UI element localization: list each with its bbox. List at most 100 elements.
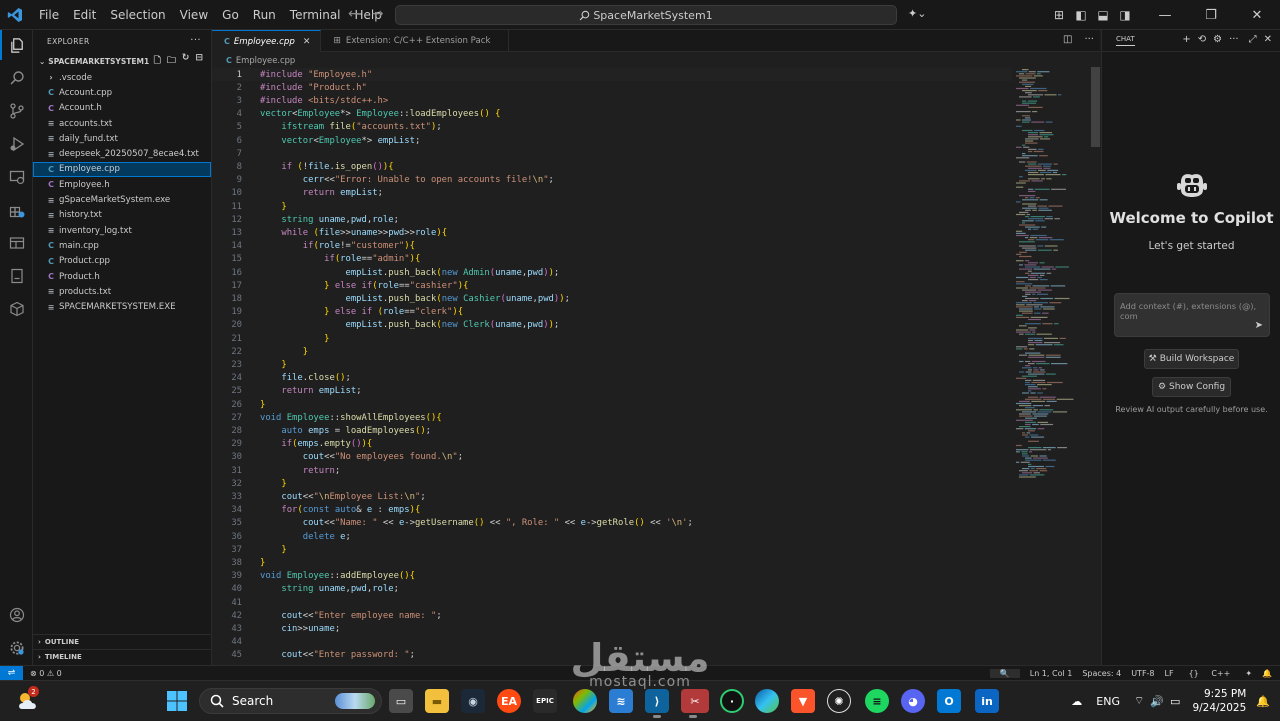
tab-extension-cpp-pack[interactable]: ⊞ Extension: C/C++ Extension Pack (321, 30, 510, 52)
linkedin-icon[interactable]: in (975, 689, 999, 713)
code-line[interactable]: 9 cerr<<"Error: Unable to open accounts … (212, 174, 1012, 187)
code-line[interactable]: 29 if(emps.empty()){ (212, 438, 1012, 451)
toggle-primary-sidebar-icon[interactable]: ◧ (1070, 8, 1092, 22)
code-line[interactable]: 11 } (212, 200, 1012, 213)
code-line[interactable]: 33 cout<<"\nEmployee List:\n"; (212, 490, 1012, 503)
file-item[interactable]: C Employee.h (33, 177, 211, 192)
volume-icon[interactable]: 🔊 (1150, 695, 1164, 708)
code-line[interactable]: 19 } else if (role=="clerk"){ (212, 306, 1012, 319)
menu-edit[interactable]: Edit (66, 8, 103, 22)
customize-layout-icon[interactable]: ⊞ (1048, 8, 1070, 22)
collapse-all-icon[interactable]: ⊟ (195, 53, 203, 69)
split-editor-icon[interactable]: ◫ (1063, 34, 1072, 45)
chat-input[interactable]: Add context (#), extensions (@), com ➤ (1114, 293, 1270, 337)
menu-terminal[interactable]: Terminal (283, 8, 348, 22)
back-arrow-icon[interactable]: ← (348, 6, 360, 22)
timeline-section[interactable]: › TIMELINE (33, 649, 212, 664)
photos-icon[interactable] (573, 689, 597, 713)
ea-app-icon[interactable]: EA (497, 689, 521, 713)
zoom-icon[interactable]: 🔍 (989, 669, 1020, 678)
code-line[interactable]: 36 delete e; (212, 530, 1012, 543)
run-debug-icon[interactable] (0, 129, 33, 159)
file-item[interactable]: ≡ gSpaceMarketSystem.exe (33, 192, 211, 207)
code-line[interactable]: 39 void Employee::addEmployee(){ (212, 570, 1012, 583)
notebook-icon[interactable] (0, 261, 33, 291)
file-item[interactable]: C Employee.cpp (33, 161, 211, 178)
code-line[interactable]: 28 auto emps = loadEmployees(); (212, 424, 1012, 437)
end-of-line[interactable]: LF (1160, 669, 1179, 678)
encoding[interactable]: UTF-8 (1126, 669, 1159, 678)
file-item[interactable]: ≡ deepseek_20250507_8ecae4.txt (33, 146, 211, 161)
testing-icon[interactable] (0, 228, 33, 258)
code-editor[interactable]: 1 #include "Employee.h" 2 #include "Product… (212, 67, 1012, 665)
notification-bell-icon[interactable]: 🔔 (1256, 695, 1270, 708)
task-view-icon[interactable]: ▭ (389, 689, 413, 713)
menu-selection[interactable]: Selection (103, 8, 172, 22)
code-line[interactable]: 12 string uname,pwd,role; (212, 213, 1012, 226)
menu-run[interactable]: Run (246, 8, 283, 22)
file-item[interactable]: ≡ history.txt (33, 208, 211, 223)
taskbar-search[interactable]: Search (199, 688, 382, 714)
outlook-icon[interactable]: O (937, 689, 961, 713)
file-explorer-icon[interactable]: ▬ (425, 689, 449, 713)
brave-icon[interactable]: ▼ (791, 689, 815, 713)
epic-games-icon[interactable]: EPIC (533, 689, 557, 713)
new-folder-icon[interactable]: 🗀 (167, 53, 176, 69)
explorer-icon[interactable] (0, 30, 33, 60)
file-item[interactable]: C Product.cpp (33, 254, 211, 269)
code-line[interactable]: 5 ifstream file("accounts.txt"); (212, 121, 1012, 134)
code-line[interactable]: 34 for(const auto& e : emps){ (212, 504, 1012, 517)
code-line[interactable]: 3 #include <bits/stdc++.h> (212, 94, 1012, 107)
input-language[interactable]: ENG (1096, 695, 1120, 708)
spotify-icon[interactable]: ≡ (865, 689, 889, 713)
code-line[interactable]: 27 void Employee::showAllEmployees(){ (212, 411, 1012, 424)
indentation[interactable]: Spaces: 4 (1077, 669, 1126, 678)
code-line[interactable]: 35 cout<<"Name: " << e->getUsername() <<… (212, 517, 1012, 530)
minimize-window-icon[interactable]: — (1142, 8, 1188, 23)
toggle-panel-icon[interactable]: ⬓ (1092, 8, 1114, 22)
code-line[interactable]: 15 if(role=="admin"){ (212, 253, 1012, 266)
snipping-tool-icon[interactable]: ✂ (681, 689, 709, 718)
forward-arrow-icon[interactable]: → (372, 6, 384, 22)
command-center-search[interactable]: SpaceMarketSystem1 (395, 5, 897, 25)
code-line[interactable]: 1 #include "Employee.h" (212, 68, 1012, 82)
windows-start-icon[interactable] (166, 690, 188, 712)
code-line[interactable]: 30 cout<<"No employees found.\n"; (212, 451, 1012, 464)
menu-file[interactable]: File (32, 8, 66, 22)
code-line[interactable]: 2 #include "Product.h" (212, 81, 1012, 94)
code-line[interactable]: 32 } (212, 477, 1012, 490)
breadcrumb[interactable]: C Employee.cpp (212, 53, 1100, 67)
battery-icon[interactable]: ▭ (1170, 695, 1180, 708)
code-line[interactable]: 22 } (212, 345, 1012, 358)
copilot-status-icon[interactable]: ✦ (1240, 669, 1257, 678)
file-item[interactable]: ≡ inventory_log.txt (33, 223, 211, 238)
new-file-icon[interactable]: 🗋 (154, 53, 161, 69)
file-item[interactable]: ≡ daily_fund.txt (33, 131, 211, 146)
menu-go[interactable]: Go (215, 8, 246, 22)
code-line[interactable]: 6 vector<Employee*> empList; (212, 134, 1012, 147)
code-line[interactable]: 7 (212, 147, 1012, 160)
refresh-icon[interactable]: ↻ (182, 53, 190, 69)
code-line[interactable]: 23 } (212, 358, 1012, 371)
code-line[interactable]: 31 return; (212, 464, 1012, 477)
tab-employee-cpp[interactable]: C Employee.cpp ✕ (212, 30, 322, 52)
build-workspace-button[interactable]: ⚒ Build Workspace (1144, 349, 1239, 369)
code-line[interactable]: 45 cout<<"Enter password: "; (212, 649, 1012, 662)
code-line[interactable]: 13 while (file>>uname>>pwd>>role){ (212, 226, 1012, 239)
remote-indicator-icon[interactable]: ⇌ (0, 665, 23, 681)
close-icon[interactable]: ✕ (1264, 34, 1272, 45)
project-folder-row[interactable]: ⌄ SPACEMARKETSYSTEM1 🗋 🗀 ↻ ⊟ (33, 52, 211, 70)
file-item[interactable]: ≡ accounts.txt (33, 116, 211, 131)
extensions-icon[interactable] (0, 195, 33, 225)
menu-view[interactable]: View (173, 8, 215, 22)
code-line[interactable]: 25 return empList; (212, 385, 1012, 398)
account-icon[interactable] (0, 600, 33, 630)
code-line[interactable]: 40 string uname,pwd,role; (212, 583, 1012, 596)
notifications-bell-icon[interactable]: 🔔 (1257, 669, 1280, 678)
code-line[interactable]: 16 empList.push_back(new Admin(uname,pwd… (212, 266, 1012, 279)
language-mode[interactable]: {} C++ (1179, 669, 1241, 678)
code-line[interactable]: 21 } (212, 332, 1012, 345)
stack-icon[interactable]: ≋ (609, 689, 633, 713)
source-control-icon[interactable] (0, 96, 33, 126)
code-line[interactable]: 37 } (212, 543, 1012, 556)
